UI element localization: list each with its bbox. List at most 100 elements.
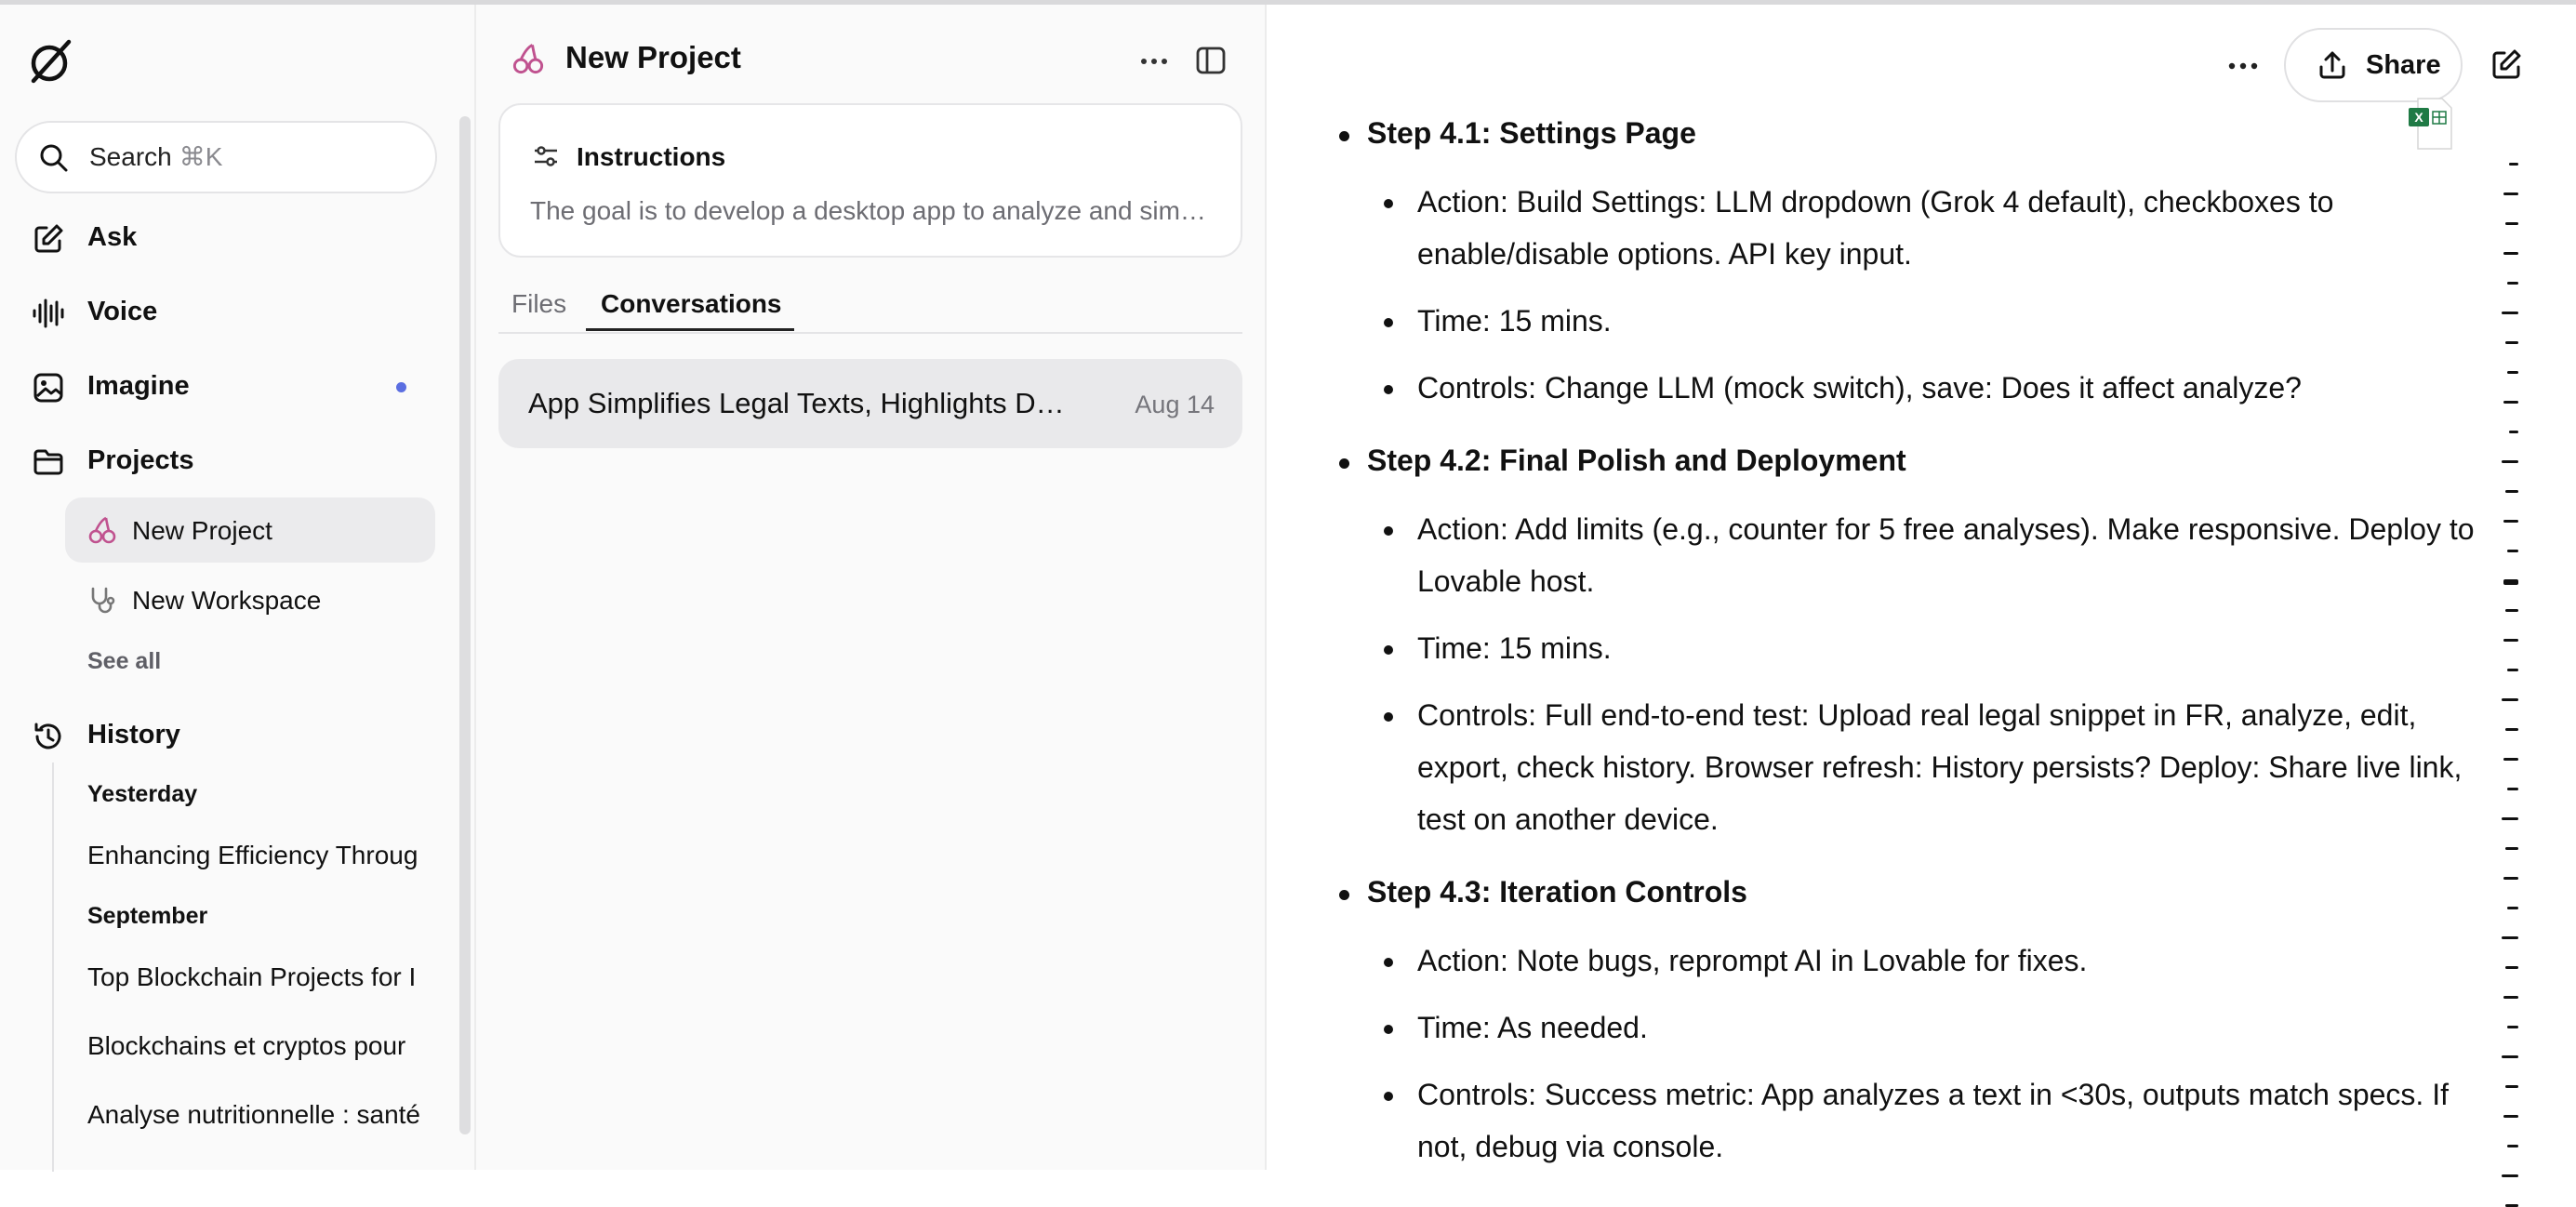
nav-projects[interactable]: Projects [0,434,446,490]
minimap-tick [2503,758,2518,761]
minimap-tick [2507,371,2518,374]
chat-content: Step 4.1: Settings Page Action: Build Se… [1267,5,2576,1170]
bullet [1384,526,1393,536]
step-item: Controls: Change LLM (mock switch), save… [1417,371,2302,405]
sidebar-toggle-icon[interactable] [1194,44,1228,77]
more-options-icon[interactable] [2223,46,2264,86]
stethoscope-icon [91,587,115,614]
bullet [1384,645,1393,655]
tab-files[interactable]: Files [511,289,566,319]
instructions-card[interactable]: Instructions The goal is to develop a de… [498,103,1242,258]
minimap-tick [2502,1174,2518,1177]
folder-icon [33,449,63,475]
bullet [1384,385,1393,394]
minimap-tick [2509,431,2518,433]
excel-file-icon[interactable]: X [2407,95,2455,153]
sliders-icon [535,146,557,166]
step-item: Action: Note bugs, reprompt AI in Lovabl… [1417,944,2088,977]
step-item: Action: Add limits (e.g., counter for 5 … [1417,512,2475,598]
sidebar: Search ⌘K Ask Voice Imagine Projects New… [0,5,476,1172]
project-item-new-project[interactable]: New Project [65,497,435,563]
minimap-tick [2502,460,2518,463]
nav-history[interactable]: History [0,709,446,764]
instructions-title: Instructions [577,142,726,171]
bullet [1339,131,1349,141]
more-options-icon[interactable] [1136,44,1172,79]
nav-voice-label: Voice [87,297,158,326]
search-input[interactable]: Search ⌘K [15,121,437,193]
step-heading: Step 4.2: Final Polish and Deployment [1367,444,1906,477]
project-item-new-workspace[interactable]: New Workspace [65,567,435,632]
share-label: Share [2366,50,2441,80]
grok-logo-icon[interactable] [26,36,76,86]
tab-conversations[interactable]: Conversations [601,289,782,319]
minimap-tick [2502,698,2518,701]
main-content: Step 4.1: Settings Page Action: Build Se… [1267,5,2576,1207]
step-heading: Step 4.1: Settings Page [1367,116,1696,150]
project-label: New Workspace [132,586,322,615]
minimap-tick [2505,847,2518,850]
bullet [1384,1025,1393,1034]
bullet [1384,1092,1393,1101]
conversation-date: Aug 14 [1135,391,1215,418]
minimap-tick [2505,222,2518,225]
history-group-heading: September [87,903,208,929]
cherries-icon [512,44,544,74]
project-title: New Project [565,40,741,74]
step-item: Action: Build Settings: LLM dropdown (Gr… [1417,185,2334,271]
history-icon [34,723,61,749]
history-group-heading: Yesterday [87,781,198,807]
active-tab-indicator [586,328,794,331]
minimap-tick [2503,996,2518,999]
search-shortcut: ⌘K [179,142,223,171]
svg-text:X: X [2414,110,2423,125]
see-all-link[interactable]: See all [87,648,161,675]
conversation-title: App Simplifies Legal Texts, Highlights D… [528,387,1065,419]
step-item: Time: 15 mins. [1417,631,1612,665]
step-item: Time: 15 mins. [1417,304,1612,338]
cherries-icon [88,516,116,544]
bullet [1384,958,1393,967]
bullet [1384,712,1393,722]
nav-imagine[interactable]: Imagine [0,360,446,416]
history-item[interactable]: Top Blockchain Projects for I [87,962,426,992]
minimap-tick [2505,341,2518,344]
minimap-tick [2502,312,2518,314]
step-item: Controls: Full end-to-end test: Upload r… [1417,698,2463,836]
project-label: New Project [132,516,272,545]
share-button[interactable]: Share [2284,28,2463,102]
project-tabs: Files Conversations [498,284,1242,334]
minimap-tick [2503,877,2518,880]
conversation-item[interactable]: App Simplifies Legal Texts, Highlights D… [498,359,1242,448]
new-chat-edit-icon[interactable] [2489,47,2524,83]
minimap-tick [2507,1145,2518,1147]
project-panel: New Project Instructions The goal is to … [476,5,1267,1170]
image-icon [33,373,63,403]
minimap-tick [2507,282,2518,285]
bullet [1384,199,1393,208]
minimap-tick [2503,520,2518,523]
minimap-tick [2502,936,2518,939]
step-heading: Step 4.3: Iteration Controls [1367,875,1747,909]
bullet [1339,458,1349,469]
sidebar-scrollbar[interactable] [459,116,471,1134]
minimap-tick [2505,1085,2518,1088]
new-indicator-dot [396,382,406,392]
minimap-tick [2505,966,2518,969]
nav-projects-label: Projects [87,445,194,475]
minimap-tick [2505,728,2518,731]
nav-ask[interactable]: Ask [0,211,446,267]
history-item[interactable]: Blockchains et cryptos pour [87,1031,426,1061]
minimap-tick [2503,252,2518,255]
minimap-tick [2503,401,2518,404]
minimap-tick [2502,1055,2518,1058]
minimap-tick [2505,609,2518,612]
bullet [1384,318,1393,327]
history-item[interactable]: Analyse nutritionnelle : santé [87,1100,426,1130]
nav-voice[interactable]: Voice [0,285,446,341]
waveform-icon [33,298,64,328]
step-item: Time: As needed. [1417,1011,1648,1044]
history-item[interactable]: Enhancing Efficiency Throug [87,841,426,870]
minimap-tick [2502,817,2518,820]
bullet [1339,890,1349,900]
